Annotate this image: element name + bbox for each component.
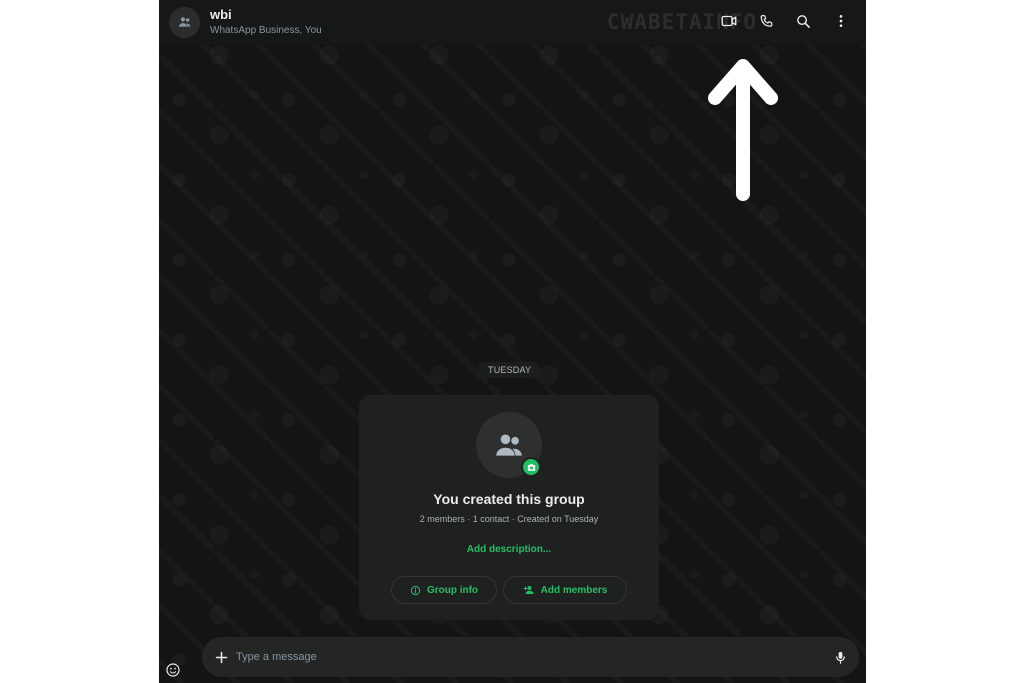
camera-icon[interactable] <box>521 457 541 477</box>
group-info-label: Group info <box>426 584 479 596</box>
group-info-button[interactable]: Group info <box>391 576 497 604</box>
message-input[interactable] <box>234 646 794 668</box>
date-chip: TUESDAY <box>479 362 541 378</box>
add-members-button[interactable]: Add members <box>503 576 627 604</box>
video-call-icon[interactable] <box>718 10 740 32</box>
message-composer <box>202 637 859 677</box>
voice-call-icon[interactable] <box>755 10 777 32</box>
whatsapp-chat-window: wbi WhatsApp Business, You CWABETAINFO T… <box>159 0 866 683</box>
add-members-label: Add members <box>540 584 608 596</box>
chat-title: wbi <box>210 7 232 22</box>
card-title: You created this group <box>433 491 585 507</box>
sticker-icon[interactable] <box>164 661 182 679</box>
card-subtitle: 2 members · 1 contact · Created on Tuesd… <box>419 514 599 524</box>
group-avatar-icon[interactable] <box>169 6 200 38</box>
chat-title-block[interactable]: wbi WhatsApp Business, You <box>210 7 322 37</box>
more-options-icon[interactable] <box>830 10 852 32</box>
chat-header: wbi WhatsApp Business, You CWABETAINFO <box>159 0 866 44</box>
microphone-icon[interactable] <box>829 646 851 668</box>
add-description-link[interactable]: Add description... <box>359 544 659 555</box>
chat-subtitle: WhatsApp Business, You <box>210 25 322 36</box>
up-arrow-icon <box>707 56 779 206</box>
group-created-card: You created this group 2 members · 1 con… <box>359 395 659 620</box>
add-person-icon <box>523 584 535 596</box>
plus-icon[interactable] <box>210 646 232 668</box>
info-icon <box>410 585 421 596</box>
search-icon[interactable] <box>792 10 814 32</box>
